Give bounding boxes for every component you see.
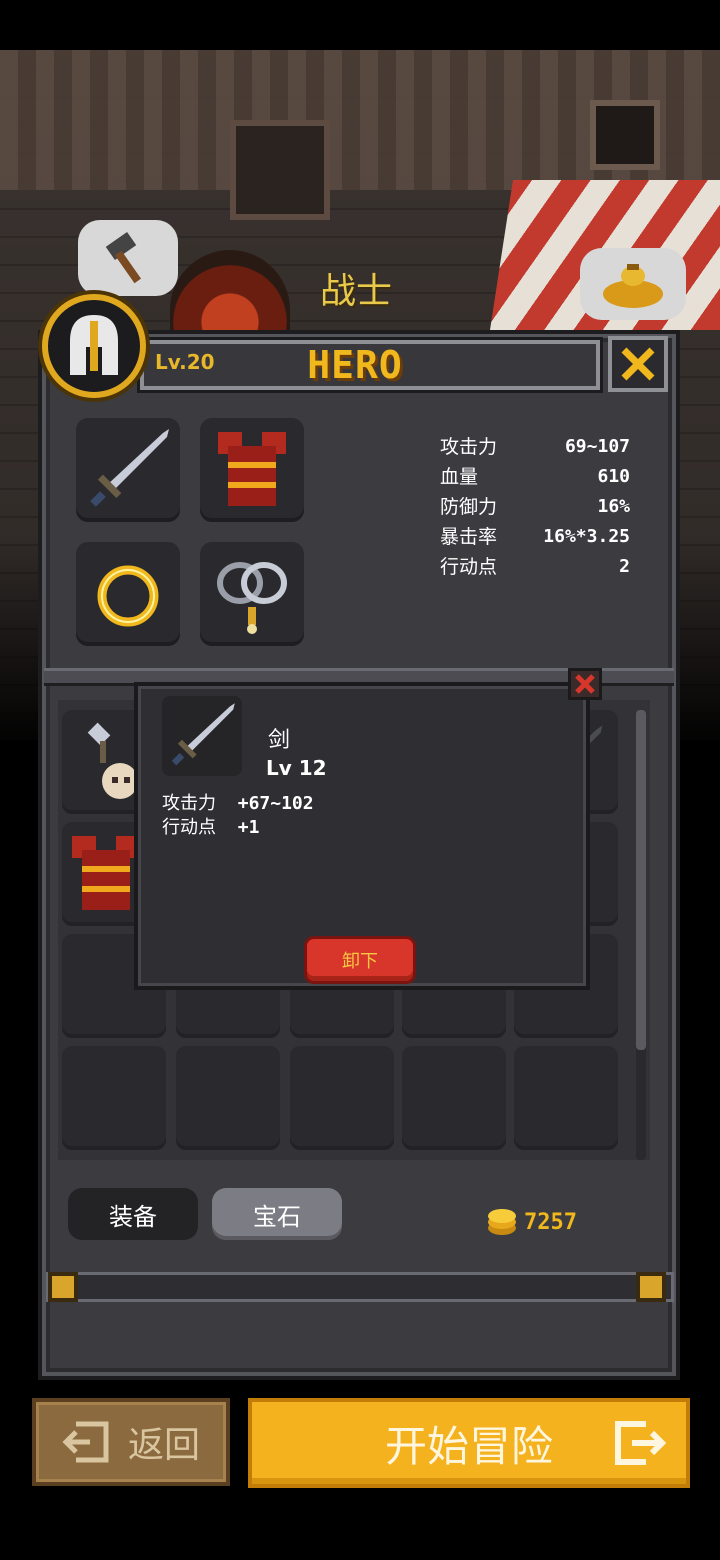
- ring-slot[interactable]: [76, 542, 180, 646]
- panel-bottom-bar: [46, 1272, 674, 1302]
- back-label: 返回: [127, 1425, 200, 1466]
- amulet-icon: [217, 562, 287, 634]
- rivet: [636, 1272, 666, 1302]
- door: [230, 120, 330, 220]
- item-stat-label: 攻击力: [162, 793, 216, 814]
- stat-value: 69~107: [564, 436, 630, 457]
- amulet-slot[interactable]: [200, 542, 304, 646]
- character-name: 战士: [320, 271, 393, 312]
- sword-icon: [171, 703, 235, 766]
- rivet: [48, 1272, 78, 1302]
- close-button[interactable]: [608, 336, 668, 392]
- armor-slot[interactable]: [200, 418, 304, 522]
- stat-label: 血量: [440, 466, 479, 488]
- forge-button[interactable]: [78, 220, 178, 296]
- window: [590, 100, 660, 170]
- sword-icon: [90, 429, 169, 507]
- stat-row: 攻击力 69~107: [440, 432, 630, 462]
- inventory-scrollbar[interactable]: [636, 710, 646, 1160]
- gold-amount: 7257: [524, 1209, 577, 1235]
- inventory-slot[interactable]: [514, 1046, 618, 1150]
- ring-icon: [97, 565, 159, 627]
- item-stat-value: +67~102: [237, 793, 314, 814]
- armor-icon: [218, 432, 286, 506]
- stat-value: 16%*3.25: [543, 526, 630, 547]
- stat-value: 610: [597, 466, 630, 487]
- item-level: Lv 12: [266, 756, 327, 780]
- close-icon: [621, 347, 655, 381]
- stat-value: 2: [619, 556, 630, 577]
- stat-label: 行动点: [440, 556, 498, 578]
- inventory-slot[interactable]: [176, 1046, 280, 1150]
- item-stat-row: 行动点 +1: [162, 816, 314, 840]
- exit-left-icon: [62, 1421, 109, 1463]
- stat-row: 暴击率 16%*3.25: [440, 522, 630, 552]
- stat-label: 攻击力: [440, 436, 498, 458]
- stat-row: 防御力 16%: [440, 492, 630, 522]
- item-stats: 攻击力 +67~102 行动点 +1: [162, 792, 314, 840]
- hero-avatar: [42, 294, 146, 398]
- helmet-icon: [70, 315, 118, 375]
- item-stat-value: +1: [237, 817, 260, 838]
- shop-button[interactable]: [580, 248, 686, 320]
- weapon-slot[interactable]: [76, 418, 180, 522]
- inventory-slot[interactable]: [62, 1046, 166, 1150]
- stat-value: 16%: [597, 496, 630, 517]
- hero-level: Lv.20: [155, 350, 215, 374]
- popup-close-button[interactable]: [568, 668, 602, 700]
- panel-title: HERO: [307, 343, 403, 387]
- gold-counter: 7257: [486, 1206, 577, 1238]
- exit-right-icon: [615, 1421, 666, 1465]
- back-button[interactable]: 返回: [32, 1398, 230, 1486]
- gold-coin-icon: [488, 1209, 516, 1235]
- inventory-slot[interactable]: [290, 1046, 394, 1150]
- scrollbar-thumb[interactable]: [636, 710, 646, 1050]
- stat-label: 防御力: [440, 496, 498, 518]
- tab-equipment[interactable]: 装备: [68, 1188, 198, 1240]
- gold-bag-icon: [603, 264, 663, 308]
- start-label: 开始冒险: [384, 1421, 553, 1471]
- tab-gems[interactable]: 宝石: [212, 1188, 342, 1240]
- item-icon-frame: [162, 696, 242, 776]
- item-stat-row: 攻击力 +67~102: [162, 792, 314, 816]
- stat-row: 血量 610: [440, 462, 630, 492]
- hero-stats: 攻击力 69~107 血量 610 防御力 16% 暴击率 16%*3.25 行…: [440, 432, 630, 582]
- close-icon: [575, 674, 595, 694]
- unequip-button[interactable]: 卸下: [304, 936, 416, 984]
- stat-label: 暴击率: [440, 526, 498, 548]
- hammer-icon: [105, 231, 142, 284]
- inventory-slot[interactable]: [402, 1046, 506, 1150]
- item-stat-label: 行动点: [162, 817, 216, 838]
- stat-row: 行动点 2: [440, 552, 630, 582]
- item-name: 剑: [268, 728, 291, 753]
- start-adventure-button[interactable]: 开始冒险: [248, 1398, 690, 1488]
